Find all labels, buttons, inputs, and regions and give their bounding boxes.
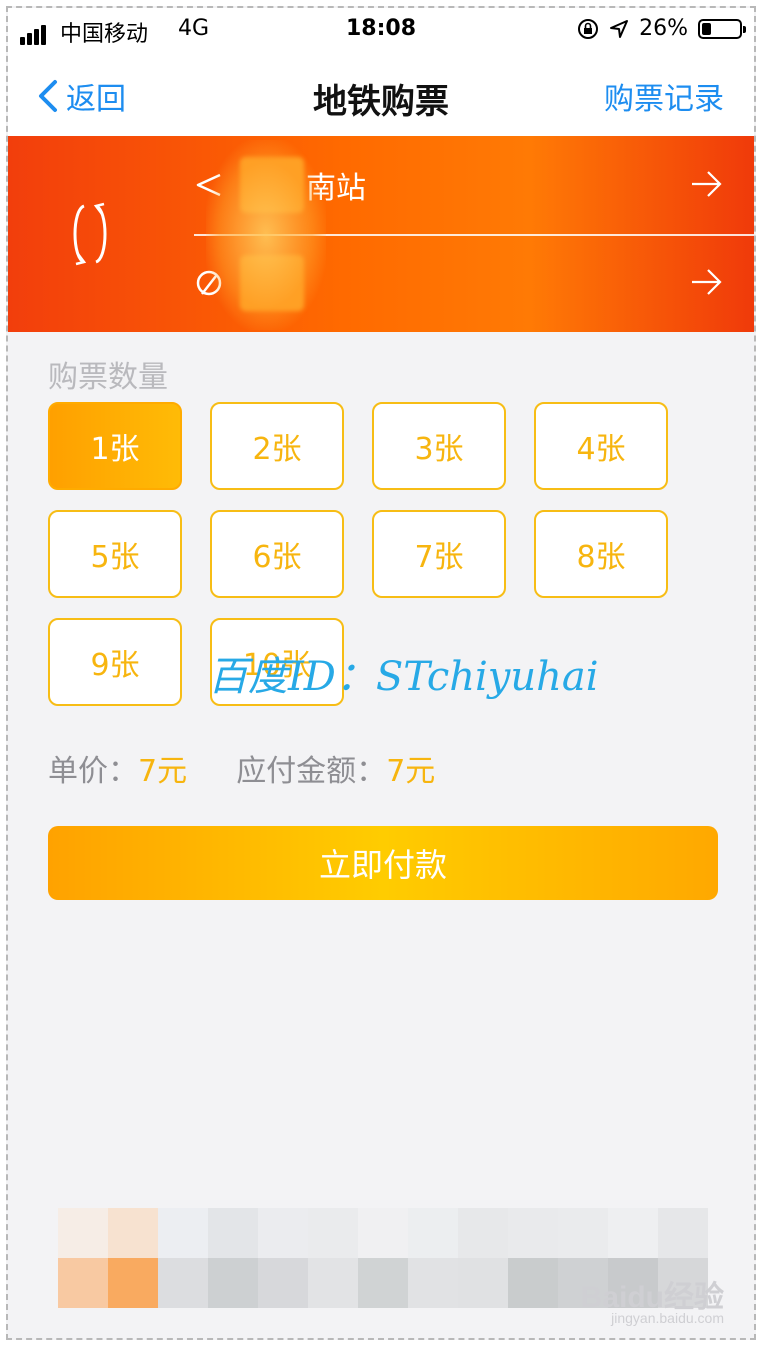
quantity-option[interactable]: 5张: [48, 510, 182, 598]
departure-icon: [196, 173, 221, 197]
redacted-tile: [608, 1208, 658, 1258]
arrow-right-icon: [692, 269, 722, 295]
total-amount-label: 应付金额：: [236, 754, 387, 789]
pay-now-button[interactable]: 立即付款: [48, 826, 718, 900]
status-right: 26%: [577, 16, 746, 41]
redacted-tile: [458, 1208, 508, 1258]
arrow-right-icon: [692, 171, 722, 197]
location-icon: [610, 19, 629, 38]
swap-stations-icon[interactable]: [68, 202, 112, 266]
redacted-area: [240, 255, 304, 311]
battery-percent: 26%: [639, 16, 688, 41]
arrival-station-row[interactable]: [194, 234, 754, 332]
redacted-area: [240, 157, 304, 213]
redacted-tile: [658, 1208, 708, 1258]
price-summary: 单价：7元 应付金额：7元: [48, 746, 435, 790]
total-amount-value: 7元: [386, 754, 436, 789]
redacted-tile: [258, 1258, 308, 1308]
navigation-bar: 返回 地铁购票 购票记录: [8, 52, 754, 136]
arrival-icon: [196, 270, 222, 296]
quantity-option[interactable]: 3张: [372, 402, 506, 490]
departure-station-row[interactable]: 南站: [194, 136, 754, 236]
redacted-tile: [108, 1208, 158, 1258]
redacted-tile: [358, 1258, 408, 1308]
watermark-text: 百度ID：STchiyuhai: [208, 654, 599, 700]
status-bar: 中国移动 4G 18:08 26%: [8, 8, 754, 52]
redacted-tile: [308, 1258, 358, 1308]
redacted-tile: [558, 1208, 608, 1258]
baidu-jingyan-url: jingyan.baidu.com: [611, 1310, 724, 1326]
quantity-label: 购票数量: [48, 360, 168, 395]
redacted-tile: [308, 1208, 358, 1258]
quantity-option[interactable]: 6张: [210, 510, 344, 598]
departure-station-name: 南站: [306, 171, 366, 206]
redacted-tile: [408, 1208, 458, 1258]
quantity-option[interactable]: 7张: [372, 510, 506, 598]
redacted-tile: [508, 1258, 558, 1308]
redacted-tile: [358, 1208, 408, 1258]
quantity-option[interactable]: 8张: [534, 510, 668, 598]
redacted-tile: [158, 1208, 208, 1258]
quantity-option[interactable]: 1张: [48, 402, 182, 490]
unit-price-value: 7元: [138, 754, 188, 789]
redacted-tile: [108, 1258, 158, 1308]
redacted-tile: [58, 1208, 108, 1258]
purchase-records-link[interactable]: 购票记录: [604, 74, 724, 118]
redacted-tile: [208, 1258, 258, 1308]
redacted-tile: [458, 1258, 508, 1308]
battery-level: [702, 22, 711, 35]
rotation-lock-icon: [578, 18, 599, 39]
redacted-tile: [58, 1258, 108, 1308]
redacted-tile: [408, 1258, 458, 1308]
station-panel: 南站: [8, 136, 754, 332]
quantity-option[interactable]: 4张: [534, 402, 668, 490]
quantity-option[interactable]: 2张: [210, 402, 344, 490]
battery-icon: [698, 18, 746, 39]
redacted-tile: [208, 1208, 258, 1258]
quantity-option[interactable]: 9张: [48, 618, 182, 706]
redacted-tile: [508, 1208, 558, 1258]
redacted-tile: [258, 1208, 308, 1258]
screen-frame: 中国移动 4G 18:08 26% 返回 地铁购票 购票记录 南站 购票数量 1…: [6, 6, 756, 1340]
unit-price-label: 单价：: [48, 754, 138, 789]
redacted-tile: [158, 1258, 208, 1308]
